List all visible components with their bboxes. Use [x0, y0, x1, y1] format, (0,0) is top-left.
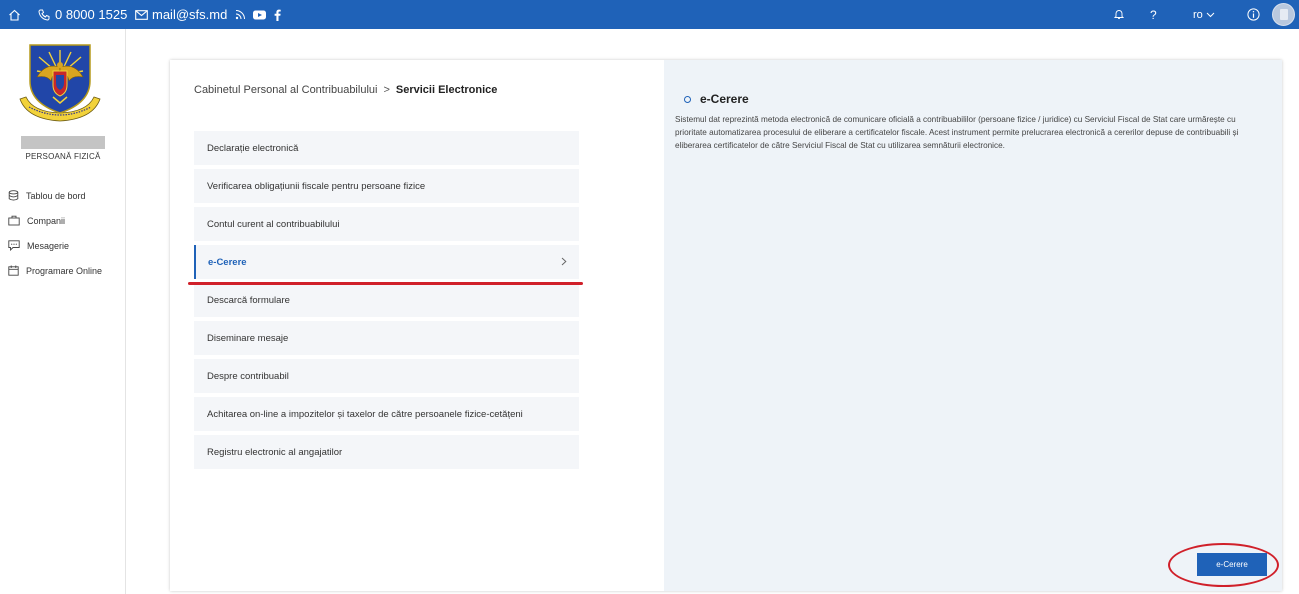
- phone-icon: [38, 9, 50, 21]
- service-diseminare-mesaje[interactable]: Diseminare mesaje: [194, 321, 579, 355]
- language-value: ro: [1193, 8, 1203, 21]
- service-label: Diseminare mesaje: [207, 332, 289, 344]
- youtube-icon: [253, 10, 266, 20]
- breadcrumb: Cabinetul Personal al Contribuabilului >…: [194, 84, 497, 96]
- sfs-logo: [17, 41, 103, 125]
- top-bar: 0 8000 1525 mail@sfs.md ? ro: [0, 0, 1299, 29]
- user-avatar[interactable]: [1272, 3, 1295, 26]
- rss-link[interactable]: [235, 0, 246, 29]
- help-icon: ?: [1150, 7, 1157, 22]
- breadcrumb-separator: >: [383, 84, 390, 96]
- bell-icon: [1114, 9, 1124, 20]
- service-declaratie-electronica[interactable]: Declarație electronică: [194, 131, 579, 165]
- sidebar-nav: Tablou de bord Companii Mesagerie Progra…: [8, 183, 102, 283]
- database-icon: [8, 190, 19, 201]
- mail-icon: [135, 9, 148, 20]
- help-button[interactable]: ?: [1150, 0, 1157, 29]
- service-despre-contribuabil[interactable]: Despre contribuabil: [194, 359, 579, 393]
- email-address: mail@sfs.md: [152, 7, 228, 22]
- services-list-panel: Cabinetul Personal al Contribuabilului >…: [170, 60, 664, 591]
- services-card: Cabinetul Personal al Contribuabilului >…: [170, 60, 1282, 591]
- facebook-link[interactable]: [274, 0, 281, 29]
- user-name-redacted: [21, 136, 105, 149]
- sidebar-item-label: Companii: [27, 215, 66, 226]
- service-label: Achitarea on-line a impozitelor și taxel…: [207, 408, 523, 420]
- facebook-icon: [274, 9, 281, 21]
- service-achitarea-online[interactable]: Achitarea on-line a impozitelor și taxel…: [194, 397, 579, 431]
- service-label: Registru electronic al angajatilor: [207, 446, 343, 458]
- chat-icon: [8, 240, 20, 251]
- sidebar-item-tablou-de-bord[interactable]: Tablou de bord: [8, 183, 102, 208]
- breadcrumb-current: Servicii Electronice: [395, 84, 498, 96]
- detail-description: Sistemul dat reprezintă metoda electroni…: [675, 115, 1239, 150]
- service-label: Contul curent al contribuabilului: [207, 218, 340, 230]
- youtube-link[interactable]: [253, 0, 266, 29]
- service-detail-panel: e-Cerere Sistemul dat reprezintă metoda …: [664, 60, 1282, 591]
- sidebar-item-label: Mesagerie: [27, 240, 70, 251]
- service-contul-curent[interactable]: Contul curent al contribuabilului: [194, 207, 579, 241]
- service-e-cerere[interactable]: e-Cerere: [194, 245, 579, 279]
- user-role: PERSOANĂ FIZICĂ: [25, 152, 101, 161]
- service-label: e-Cerere: [208, 256, 247, 268]
- annotation-underline: [188, 282, 583, 285]
- service-label: Despre contribuabil: [207, 370, 289, 382]
- service-verificarea-obligatiunii[interactable]: Verificarea obligațiunii fiscale pentru …: [194, 169, 579, 203]
- chevron-right-icon: [561, 257, 567, 269]
- email-link[interactable]: mail@sfs.md: [135, 0, 227, 29]
- service-label: Verificarea obligațiunii fiscale pentru …: [207, 180, 426, 192]
- calendar-icon: [8, 265, 19, 276]
- info-button[interactable]: [1247, 0, 1260, 29]
- detail-title-text: e-Cerere: [700, 92, 749, 106]
- info-icon: [1247, 8, 1260, 21]
- detail-title: e-Cerere: [684, 92, 749, 106]
- chevron-down-icon: [1206, 12, 1215, 18]
- e-cerere-button[interactable]: e-Cerere: [1197, 553, 1267, 576]
- sidebar: PERSOANĂ FIZICĂ Tablou de bord Companii …: [0, 29, 126, 594]
- sidebar-item-programare-online[interactable]: Programare Online: [8, 258, 102, 283]
- breadcrumb-parent[interactable]: Cabinetul Personal al Contribuabilului: [194, 84, 377, 96]
- sidebar-item-companii[interactable]: Companii: [8, 208, 102, 233]
- sidebar-item-label: Tablou de bord: [26, 190, 86, 201]
- home-icon: [8, 9, 21, 21]
- notifications-button[interactable]: [1114, 0, 1124, 29]
- home-link[interactable]: [8, 0, 21, 29]
- service-registru-electronic[interactable]: Registru electronic al angajatilor: [194, 435, 579, 469]
- sidebar-item-label: Programare Online: [26, 265, 103, 276]
- sidebar-item-mesagerie[interactable]: Mesagerie: [8, 233, 102, 258]
- rss-icon: [235, 9, 246, 20]
- briefcase-icon: [8, 215, 20, 226]
- phone-link[interactable]: 0 8000 1525: [38, 0, 127, 29]
- phone-number: 0 8000 1525: [55, 7, 128, 22]
- service-label: Descarcă formulare: [207, 294, 290, 306]
- service-descarca-formulare[interactable]: Descarcă formulare: [194, 283, 579, 317]
- services-list: Declarație electronică Verificarea oblig…: [194, 131, 579, 473]
- service-label: Declarație electronică: [207, 142, 299, 154]
- language-selector[interactable]: ro: [1193, 0, 1215, 29]
- circle-icon: [684, 95, 691, 103]
